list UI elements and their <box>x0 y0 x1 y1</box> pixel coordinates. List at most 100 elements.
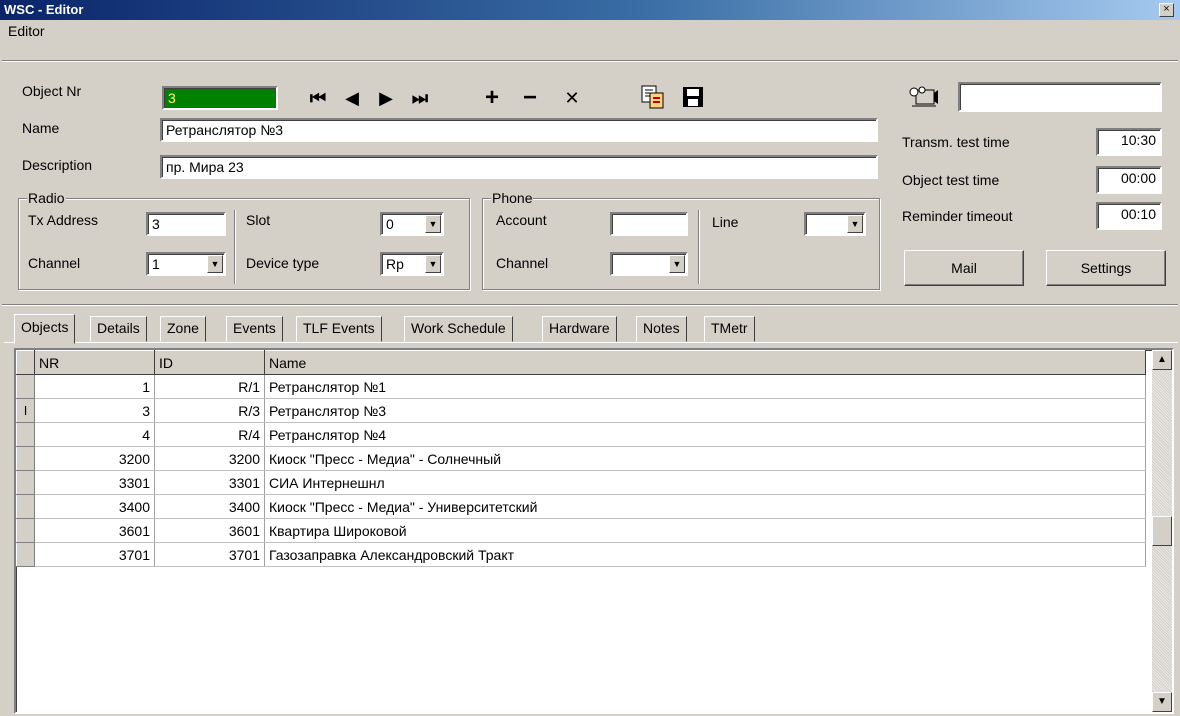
save-icon[interactable] <box>680 84 706 110</box>
menu-editor[interactable]: Editor <box>8 23 45 39</box>
scroll-down-icon[interactable]: ▼ <box>1152 692 1172 712</box>
object-test-time-label: Object test time <box>902 172 1000 188</box>
cell-nr[interactable]: 3200 <box>34 446 155 471</box>
tab-objects[interactable]: Objects <box>14 314 76 344</box>
camera-icon[interactable] <box>906 84 940 110</box>
table-row[interactable]: 3701 3701 Газозаправка Александровский Т… <box>16 542 1146 567</box>
row-indicator[interactable] <box>16 374 35 399</box>
cancel-edit-icon[interactable]: ✕ <box>558 86 586 110</box>
reminder-timeout-field[interactable]: 00:10 <box>1096 202 1162 230</box>
objects-table: NR ID Name 1 R/1 Ретранслятор №1 I 3 R/3… <box>16 350 1146 567</box>
header-indicator <box>16 350 35 375</box>
tab-events[interactable]: Events <box>226 316 283 342</box>
settings-button[interactable]: Settings <box>1046 250 1166 286</box>
chevron-down-icon[interactable]: ▼ <box>669 255 685 273</box>
prev-record-icon[interactable]: ◀ <box>338 86 366 110</box>
row-indicator[interactable] <box>16 494 35 519</box>
row-indicator[interactable] <box>16 422 35 447</box>
header-nr[interactable]: NR <box>34 350 155 375</box>
object-nr-field[interactable]: 3 <box>162 86 278 110</box>
scroll-thumb[interactable] <box>1152 516 1172 546</box>
cell-nr[interactable]: 1 <box>34 374 155 399</box>
cell-name[interactable]: Ретранслятор №4 <box>264 422 1146 447</box>
phone-group-title: Phone <box>491 190 534 206</box>
table-row[interactable]: 3200 3200 Киоск "Пресс - Медиа" - Солнеч… <box>16 446 1146 471</box>
cell-name[interactable]: Киоск "Пресс - Медиа" - Университетский <box>264 494 1146 519</box>
name-field[interactable]: Ретранслятор №3 <box>160 118 878 142</box>
cell-id[interactable]: R/3 <box>154 398 265 423</box>
cell-id[interactable]: 3701 <box>154 542 265 567</box>
tab-zone[interactable]: Zone <box>160 316 206 342</box>
cell-nr[interactable]: 3301 <box>34 470 155 495</box>
add-record-icon[interactable]: + <box>478 86 506 110</box>
scroll-up-icon[interactable]: ▲ <box>1152 350 1172 370</box>
account-field[interactable] <box>610 212 688 236</box>
last-record-icon[interactable]: ⏭ <box>406 86 434 110</box>
form-separator <box>2 304 1178 306</box>
radio-channel-value: 1 <box>152 256 160 272</box>
cell-id[interactable]: 3301 <box>154 470 265 495</box>
line-select[interactable]: ▼ <box>804 212 866 236</box>
cell-nr[interactable]: 3 <box>34 398 155 423</box>
cell-nr[interactable]: 3400 <box>34 494 155 519</box>
mail-button[interactable]: Mail <box>904 250 1024 286</box>
radio-channel-select[interactable]: 1 ▼ <box>146 252 226 276</box>
next-record-icon[interactable]: ▶ <box>372 86 400 110</box>
cell-id[interactable]: 3200 <box>154 446 265 471</box>
cell-id[interactable]: 3400 <box>154 494 265 519</box>
table-row[interactable]: 4 R/4 Ретранслятор №4 <box>16 422 1146 447</box>
cell-id[interactable]: R/1 <box>154 374 265 399</box>
cell-nr[interactable]: 3701 <box>34 542 155 567</box>
cell-name[interactable]: Газозаправка Александровский Тракт <box>264 542 1146 567</box>
cell-nr[interactable]: 4 <box>34 422 155 447</box>
chevron-down-icon[interactable]: ▼ <box>847 215 863 233</box>
cell-name[interactable]: Киоск "Пресс - Медиа" - Солнечный <box>264 446 1146 471</box>
tab-tlf-events[interactable]: TLF Events <box>296 316 382 342</box>
object-nr-label: Object Nr <box>22 83 82 99</box>
title-bar: WSC - Editor × <box>0 0 1180 20</box>
chevron-down-icon[interactable]: ▼ <box>207 255 223 273</box>
table-row[interactable]: 3601 3601 Квартира Широковой <box>16 518 1146 543</box>
table-row[interactable]: 3400 3400 Киоск "Пресс - Медиа" - Универ… <box>16 494 1146 519</box>
camera-field[interactable] <box>958 82 1162 112</box>
object-test-time-field[interactable]: 00:00 <box>1096 166 1162 194</box>
row-indicator[interactable] <box>16 446 35 471</box>
chevron-down-icon[interactable]: ▼ <box>425 255 441 273</box>
row-indicator[interactable] <box>16 470 35 495</box>
delete-record-icon[interactable]: − <box>516 86 544 110</box>
table-row[interactable]: 1 R/1 Ретранслятор №1 <box>16 374 1146 399</box>
cell-id[interactable]: 3601 <box>154 518 265 543</box>
cell-nr[interactable]: 3601 <box>34 518 155 543</box>
tab-details[interactable]: Details <box>90 316 147 342</box>
phone-channel-select[interactable]: ▼ <box>610 252 688 276</box>
table-row[interactable]: I 3 R/3 Ретранслятор №3 <box>16 398 1146 423</box>
cell-id[interactable]: R/4 <box>154 422 265 447</box>
transm-test-time-label: Transm. test time <box>902 134 1010 150</box>
tx-address-field[interactable]: 3 <box>146 212 226 236</box>
cell-name[interactable]: Ретранслятор №1 <box>264 374 1146 399</box>
header-id[interactable]: ID <box>154 350 265 375</box>
tab-tmetr[interactable]: TMetr <box>704 316 755 342</box>
header-name[interactable]: Name <box>264 350 1146 375</box>
tab-work-schedule[interactable]: Work Schedule <box>404 316 513 342</box>
tab-notes[interactable]: Notes <box>636 316 687 342</box>
transm-test-time-field[interactable]: 10:30 <box>1096 128 1162 156</box>
close-icon[interactable]: × <box>1159 3 1174 17</box>
cell-name[interactable]: СИА Интернешнл <box>264 470 1146 495</box>
copy-icon[interactable] <box>640 84 666 110</box>
table-row[interactable]: 3301 3301 СИА Интернешнл <box>16 470 1146 495</box>
first-record-icon[interactable]: ⏮ <box>304 86 332 110</box>
description-field[interactable]: пр. Мира 23 <box>160 155 878 179</box>
row-indicator[interactable] <box>16 518 35 543</box>
row-indicator[interactable] <box>16 542 35 567</box>
cell-name[interactable]: Ретранслятор №3 <box>264 398 1146 423</box>
name-label: Name <box>22 120 60 136</box>
device-type-select[interactable]: Rp ▼ <box>380 252 444 276</box>
cell-name[interactable]: Квартира Широковой <box>264 518 1146 543</box>
tab-hardware[interactable]: Hardware <box>542 316 617 342</box>
objects-grid[interactable]: NR ID Name 1 R/1 Ретранслятор №1 I 3 R/3… <box>14 348 1174 714</box>
current-row-marker[interactable]: I <box>16 398 35 423</box>
vertical-scrollbar[interactable]: ▲ ▼ <box>1152 350 1172 712</box>
slot-select[interactable]: 0 ▼ <box>380 212 444 236</box>
chevron-down-icon[interactable]: ▼ <box>425 215 441 233</box>
